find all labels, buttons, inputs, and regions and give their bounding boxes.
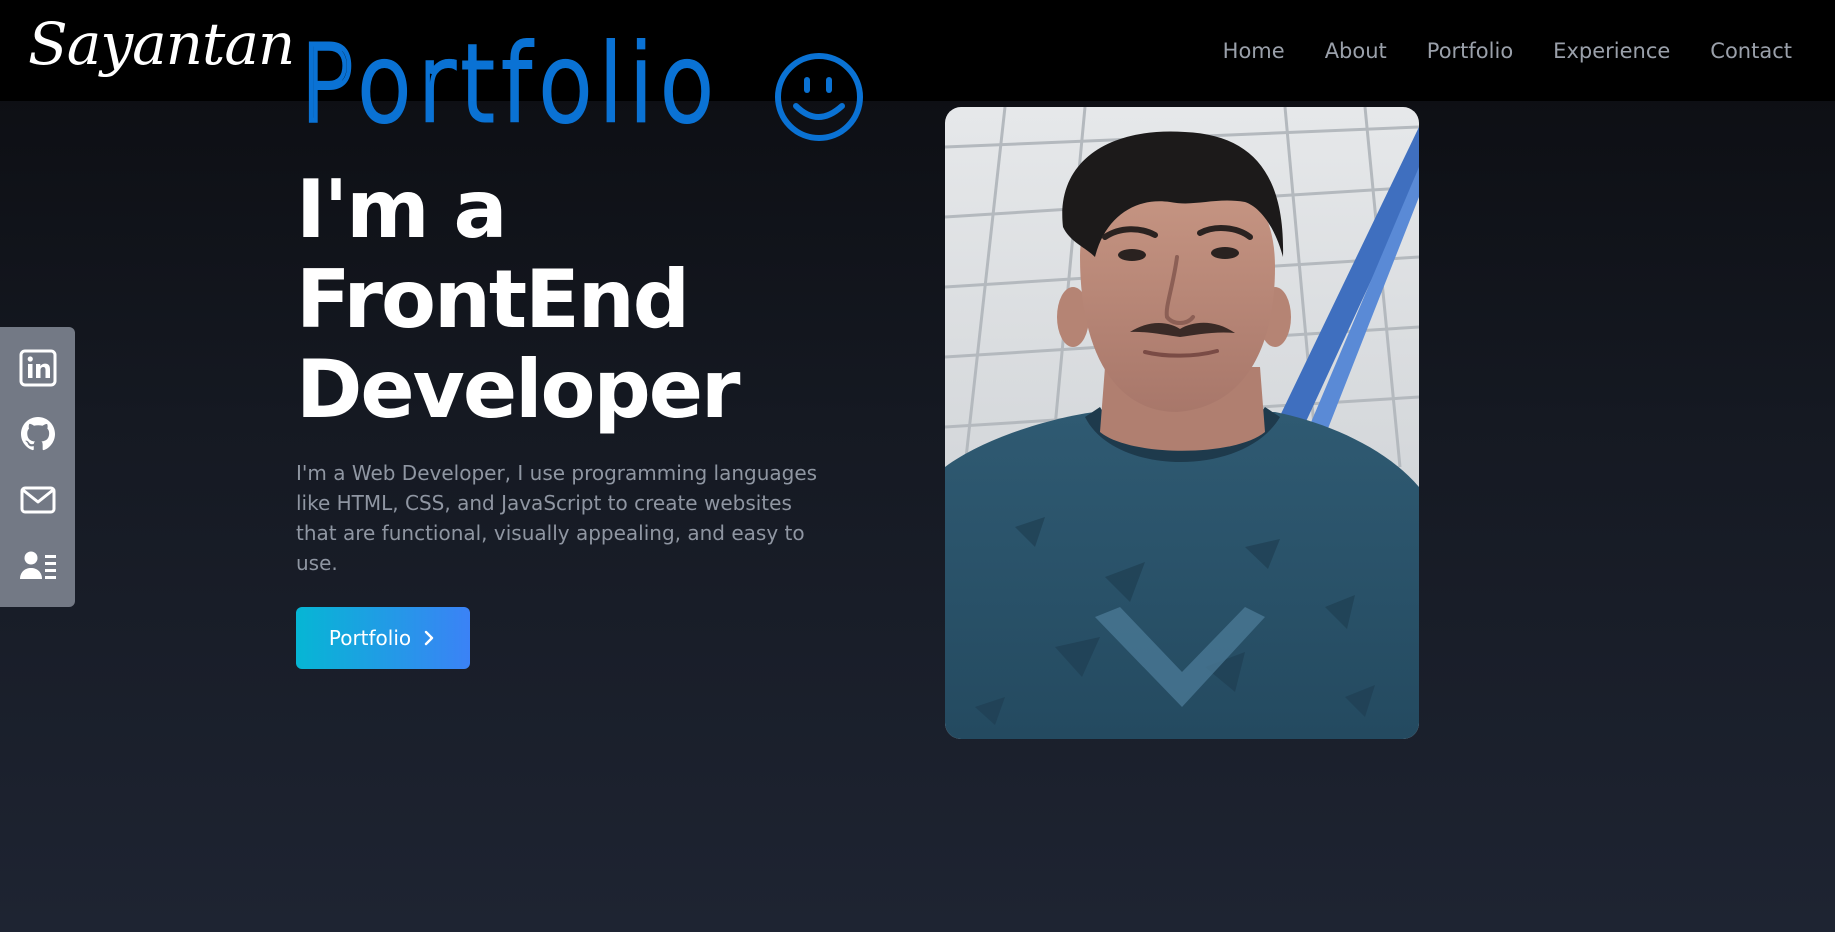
github-icon <box>20 417 55 451</box>
nav-link-experience[interactable]: Experience <box>1553 34 1670 68</box>
contact-card-icon <box>19 551 56 579</box>
portfolio-button[interactable]: Portfolio <box>296 607 470 669</box>
nav-link-home[interactable]: Home <box>1223 34 1285 68</box>
hero-title-line-3: Developer <box>296 343 740 436</box>
linkedin-icon <box>19 349 56 387</box>
profile-photo <box>945 107 1419 739</box>
hero-title: I'm a FrontEnd Developer <box>296 163 740 436</box>
mail-link[interactable] <box>14 476 62 524</box>
hero-title-line-2: FrontEnd <box>296 253 690 346</box>
chevron-right-icon <box>424 630 434 646</box>
nav-link-contact[interactable]: Contact <box>1710 34 1792 68</box>
profile-photo-illustration <box>945 107 1419 739</box>
github-link[interactable] <box>14 410 62 458</box>
contact-card-link[interactable] <box>14 542 62 590</box>
navbar: Sayantan Home About Portfolio Experience… <box>0 0 1835 101</box>
nav-links: Home About Portfolio Experience Contact <box>1223 34 1792 68</box>
portfolio-button-label: Portfolio <box>328 626 412 650</box>
nav-link-portfolio[interactable]: Portfolio <box>1427 34 1513 68</box>
linkedin-link[interactable] <box>14 344 62 392</box>
social-sidebar <box>0 327 75 607</box>
hero-title-line-1: I'm a <box>296 163 507 256</box>
nav-link-about[interactable]: About <box>1325 34 1387 68</box>
mail-icon <box>20 486 55 514</box>
site-logo[interactable]: Sayantan <box>28 4 295 84</box>
hero-description: I'm a Web Developer, I use programming l… <box>296 461 818 575</box>
